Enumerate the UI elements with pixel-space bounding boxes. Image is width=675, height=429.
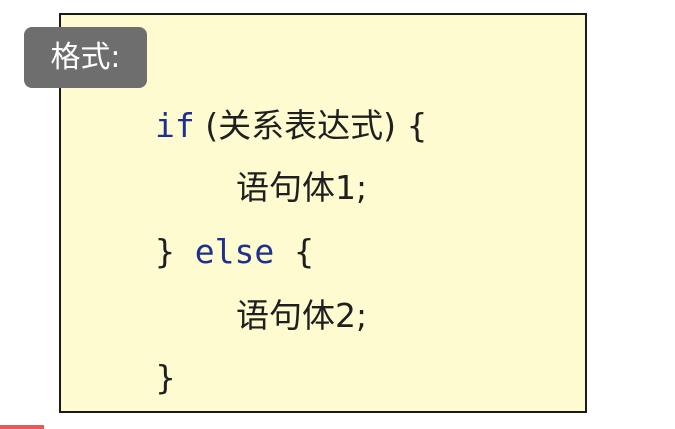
- code-line-else: } else {: [155, 232, 314, 272]
- if-condition: (关系表达式) {: [194, 106, 428, 145]
- code-line-statement-1: 语句体1;: [236, 168, 368, 207]
- code-line-if: if (关系表达式) {: [155, 106, 427, 146]
- else-open-brace: }: [155, 232, 195, 271]
- keyword-if: if: [155, 106, 195, 145]
- else-close-brace: {: [274, 232, 314, 271]
- code-line-statement-2: 语句体2;: [236, 296, 368, 335]
- red-corner-mark: [0, 425, 44, 429]
- code-line-closing-brace: }: [155, 358, 176, 397]
- format-label: 格式:: [24, 27, 147, 88]
- keyword-else: else: [194, 232, 275, 271]
